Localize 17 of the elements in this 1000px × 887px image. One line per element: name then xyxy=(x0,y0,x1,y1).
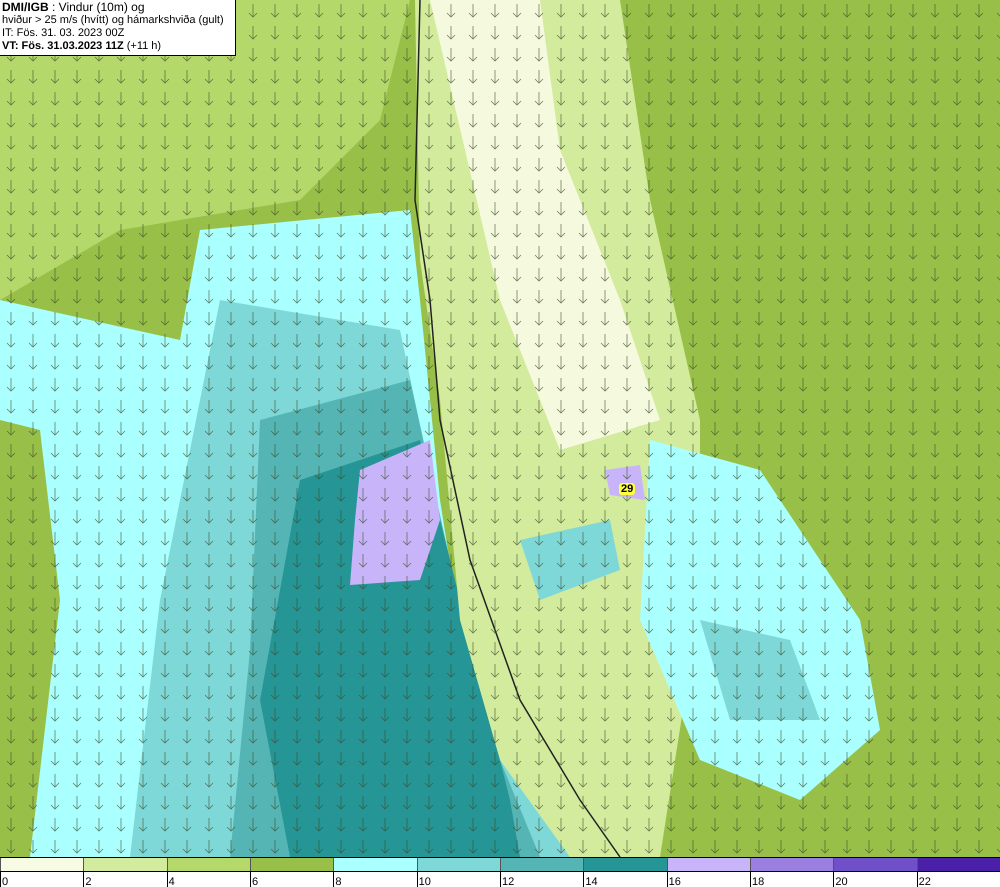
legend-label: 20 xyxy=(835,876,848,887)
title-line: DMI/IGB : Vindur (10m) og xyxy=(2,1,146,14)
title-line: VT: Fös. 31.03.2023 11Z (+11 h) xyxy=(2,40,162,53)
legend-label: 6 xyxy=(252,876,258,887)
legend-label: 14 xyxy=(585,876,598,887)
legend-label: 12 xyxy=(502,876,514,887)
title-line: IT: Fös. 31. 03. 2023 00Z xyxy=(2,27,126,40)
legend-label: 18 xyxy=(752,876,764,887)
legend-label: 4 xyxy=(168,876,175,887)
legend-label: 22 xyxy=(918,876,931,887)
legend-label: 10 xyxy=(418,876,431,887)
legend-label: 0 xyxy=(2,876,8,887)
title-line: hviður > 25 m/s (hvítt) og hámarkshviða (gult) xyxy=(2,14,225,27)
legend-label: 16 xyxy=(668,876,681,887)
gust-value-label: 29 xyxy=(619,483,636,495)
legend-label: 2 xyxy=(85,876,92,887)
legend-label: 8 xyxy=(335,876,342,887)
